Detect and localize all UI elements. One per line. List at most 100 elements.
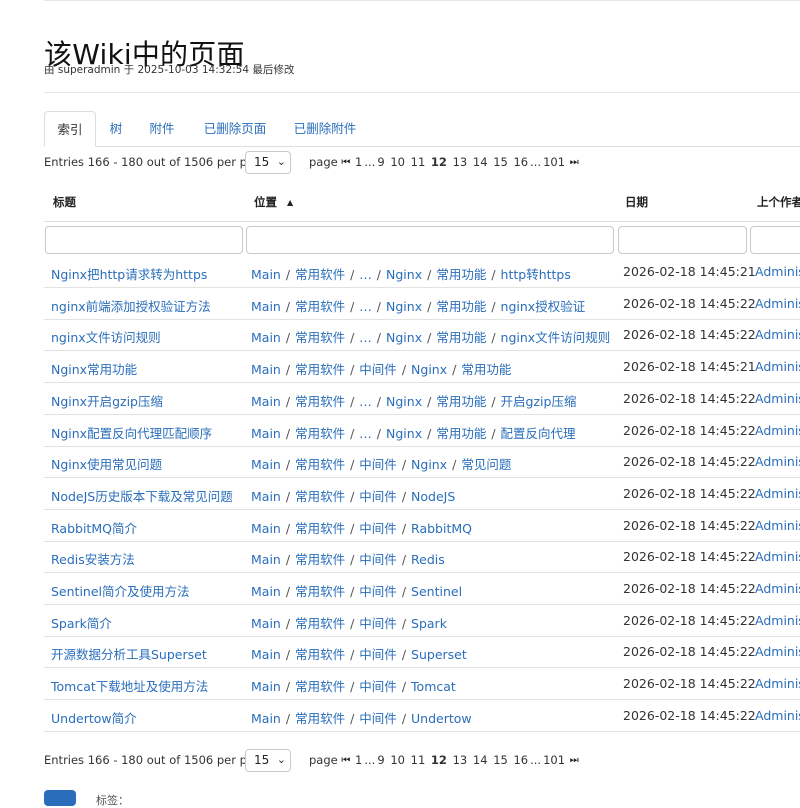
row-author-link[interactable]: Administrator (755, 486, 800, 501)
page-link[interactable]: 16 (513, 753, 528, 767)
page-title-link[interactable]: NodeJS历史版本下载及常见问题 (51, 489, 233, 504)
location-breadcrumb-link[interactable]: NodeJS (411, 489, 455, 504)
page-title-link[interactable]: Nginx把http请求转为https (51, 267, 207, 282)
row-author-link[interactable]: Administrator (755, 644, 800, 659)
page-link[interactable]: 101 (543, 155, 565, 169)
location-breadcrumb-link[interactable]: 中间件 (359, 679, 397, 694)
row-author-link[interactable]: Administrator (755, 613, 800, 628)
author-filter-input[interactable] (750, 226, 800, 254)
location-breadcrumb-link[interactable]: Undertow (411, 711, 472, 726)
column-header-title[interactable]: 标题 (53, 194, 76, 210)
first-page-icon[interactable]: ⏮ (341, 157, 350, 168)
page-link[interactable]: 10 (390, 155, 405, 169)
row-author-link[interactable]: Administrator (755, 454, 800, 469)
location-breadcrumb-link[interactable]: Main (251, 457, 281, 472)
page-link[interactable]: 14 (473, 155, 488, 169)
location-breadcrumb-link[interactable]: 常用软件 (295, 330, 345, 345)
location-breadcrumb-link[interactable]: Main (251, 362, 281, 377)
per-page-select[interactable]: 15 ⌄ (245, 151, 291, 174)
location-breadcrumb-link[interactable]: 常用软件 (295, 267, 345, 282)
location-breadcrumb-link[interactable]: Nginx (386, 267, 422, 282)
location-breadcrumb-link[interactable]: 常见问题 (461, 457, 511, 472)
location-breadcrumb-link[interactable]: Main (251, 679, 281, 694)
page-link[interactable]: 13 (453, 155, 468, 169)
row-author-link[interactable]: Administrator (755, 708, 800, 723)
page-link[interactable]: 16 (513, 155, 528, 169)
tab-deleted-pages[interactable]: 已删除页面 (194, 111, 276, 146)
page-title-link[interactable]: Nginx使用常见问题 (51, 457, 162, 472)
location-breadcrumb-link[interactable]: 中间件 (359, 362, 397, 377)
location-breadcrumb-link[interactable]: Redis (411, 552, 445, 567)
page-title-link[interactable]: 开源数据分析工具Superset (51, 647, 207, 662)
page-title-link[interactable]: Undertow简介 (51, 711, 137, 726)
per-page-select[interactable]: 15 ⌄ (245, 749, 291, 772)
location-breadcrumb-link[interactable]: 配置反向代理 (501, 426, 576, 441)
row-author-link[interactable]: Administrator (755, 581, 800, 596)
location-breadcrumb-link[interactable]: Nginx (386, 394, 422, 409)
page-title-link[interactable]: Nginx常用功能 (51, 362, 137, 377)
location-breadcrumb-link[interactable]: 中间件 (359, 711, 397, 726)
location-breadcrumb-link[interactable]: 常用软件 (295, 489, 345, 504)
page-title-link[interactable]: nginx前端添加授权验证方法 (51, 299, 211, 314)
page-title-link[interactable]: nginx文件访问规则 (51, 330, 161, 345)
location-breadcrumb-link[interactable]: Sentinel (411, 584, 462, 599)
location-breadcrumb-link[interactable]: Main (251, 299, 281, 314)
location-breadcrumb-link[interactable]: 开启gzip压缩 (501, 394, 577, 409)
page-title-link[interactable]: Sentinel简介及使用方法 (51, 584, 190, 599)
row-author-link[interactable]: Administrator (755, 327, 800, 342)
title-filter-input[interactable] (45, 226, 243, 254)
page-title-link[interactable]: Nginx开启gzip压缩 (51, 394, 163, 409)
location-breadcrumb-link[interactable]: 中间件 (359, 647, 397, 662)
location-breadcrumb-link[interactable]: 常用软件 (295, 552, 345, 567)
location-breadcrumb-link[interactable]: Main (251, 489, 281, 504)
page-link[interactable]: 13 (453, 753, 468, 767)
location-breadcrumb-link[interactable]: 中间件 (359, 457, 397, 472)
page-link[interactable]: 1 (355, 753, 362, 767)
location-breadcrumb-link[interactable]: Main (251, 330, 281, 345)
location-breadcrumb-link[interactable]: RabbitMQ (411, 521, 472, 536)
location-breadcrumb-link[interactable]: 中间件 (359, 584, 397, 599)
page-title-link[interactable]: Spark简介 (51, 616, 112, 631)
location-breadcrumb-link[interactable]: Tomcat (411, 679, 456, 694)
page-link[interactable]: 15 (493, 753, 508, 767)
location-breadcrumb-link[interactable]: Nginx (411, 457, 447, 472)
location-breadcrumb-link[interactable]: 常用软件 (295, 679, 345, 694)
first-page-icon[interactable]: ⏮ (341, 755, 350, 766)
row-author-link[interactable]: Administrator (755, 518, 800, 533)
location-breadcrumb-link[interactable]: 常用功能 (461, 362, 511, 377)
location-breadcrumb-link[interactable]: 常用功能 (436, 267, 486, 282)
location-breadcrumb-link[interactable]: Nginx (386, 426, 422, 441)
location-breadcrumb-link[interactable]: Main (251, 647, 281, 662)
location-breadcrumb-link[interactable]: nginx文件访问规则 (501, 330, 611, 345)
row-author-link[interactable]: Administrator (755, 676, 800, 691)
page-link[interactable]: 11 (411, 753, 426, 767)
page-title-link[interactable]: Tomcat下载地址及使用方法 (51, 679, 208, 694)
page-link[interactable]: 1 (355, 155, 362, 169)
location-breadcrumb-link[interactable]: Nginx (386, 299, 422, 314)
column-header-author[interactable]: 上个作者 (757, 194, 800, 210)
location-breadcrumb-link[interactable]: http转https (501, 267, 571, 282)
location-breadcrumb-link[interactable]: 常用软件 (295, 647, 345, 662)
page-link[interactable]: 11 (411, 155, 426, 169)
last-page-icon[interactable]: ⏭ (570, 157, 579, 168)
tab-deleted-attachments[interactable]: 已删除附件 (284, 111, 366, 146)
location-breadcrumb-link[interactable]: Spark (411, 616, 447, 631)
row-author-link[interactable]: Administrator (755, 359, 800, 374)
location-breadcrumb-link[interactable]: nginx授权验证 (501, 299, 586, 314)
location-breadcrumb-link[interactable]: Nginx (386, 330, 422, 345)
page-link[interactable]: 9 (377, 155, 384, 169)
location-breadcrumb-link[interactable]: Nginx (411, 362, 447, 377)
tab-tree[interactable]: 树 (100, 111, 132, 146)
location-breadcrumb-link[interactable]: 常用软件 (295, 521, 345, 536)
location-breadcrumb-link[interactable]: Main (251, 711, 281, 726)
location-breadcrumb-link[interactable]: 常用软件 (295, 457, 345, 472)
column-header-date[interactable]: 日期 (625, 194, 648, 210)
page-link[interactable]: 101 (543, 753, 565, 767)
column-header-location[interactable]: 位置 ▲ (254, 194, 293, 210)
location-filter-input[interactable] (246, 226, 614, 254)
location-breadcrumb-link[interactable]: Superset (411, 647, 467, 662)
page-link[interactable]: 15 (493, 155, 508, 169)
location-breadcrumb-link[interactable]: 中间件 (359, 552, 397, 567)
location-breadcrumb-link[interactable]: 中间件 (359, 489, 397, 504)
location-breadcrumb-link[interactable]: 常用软件 (295, 299, 345, 314)
